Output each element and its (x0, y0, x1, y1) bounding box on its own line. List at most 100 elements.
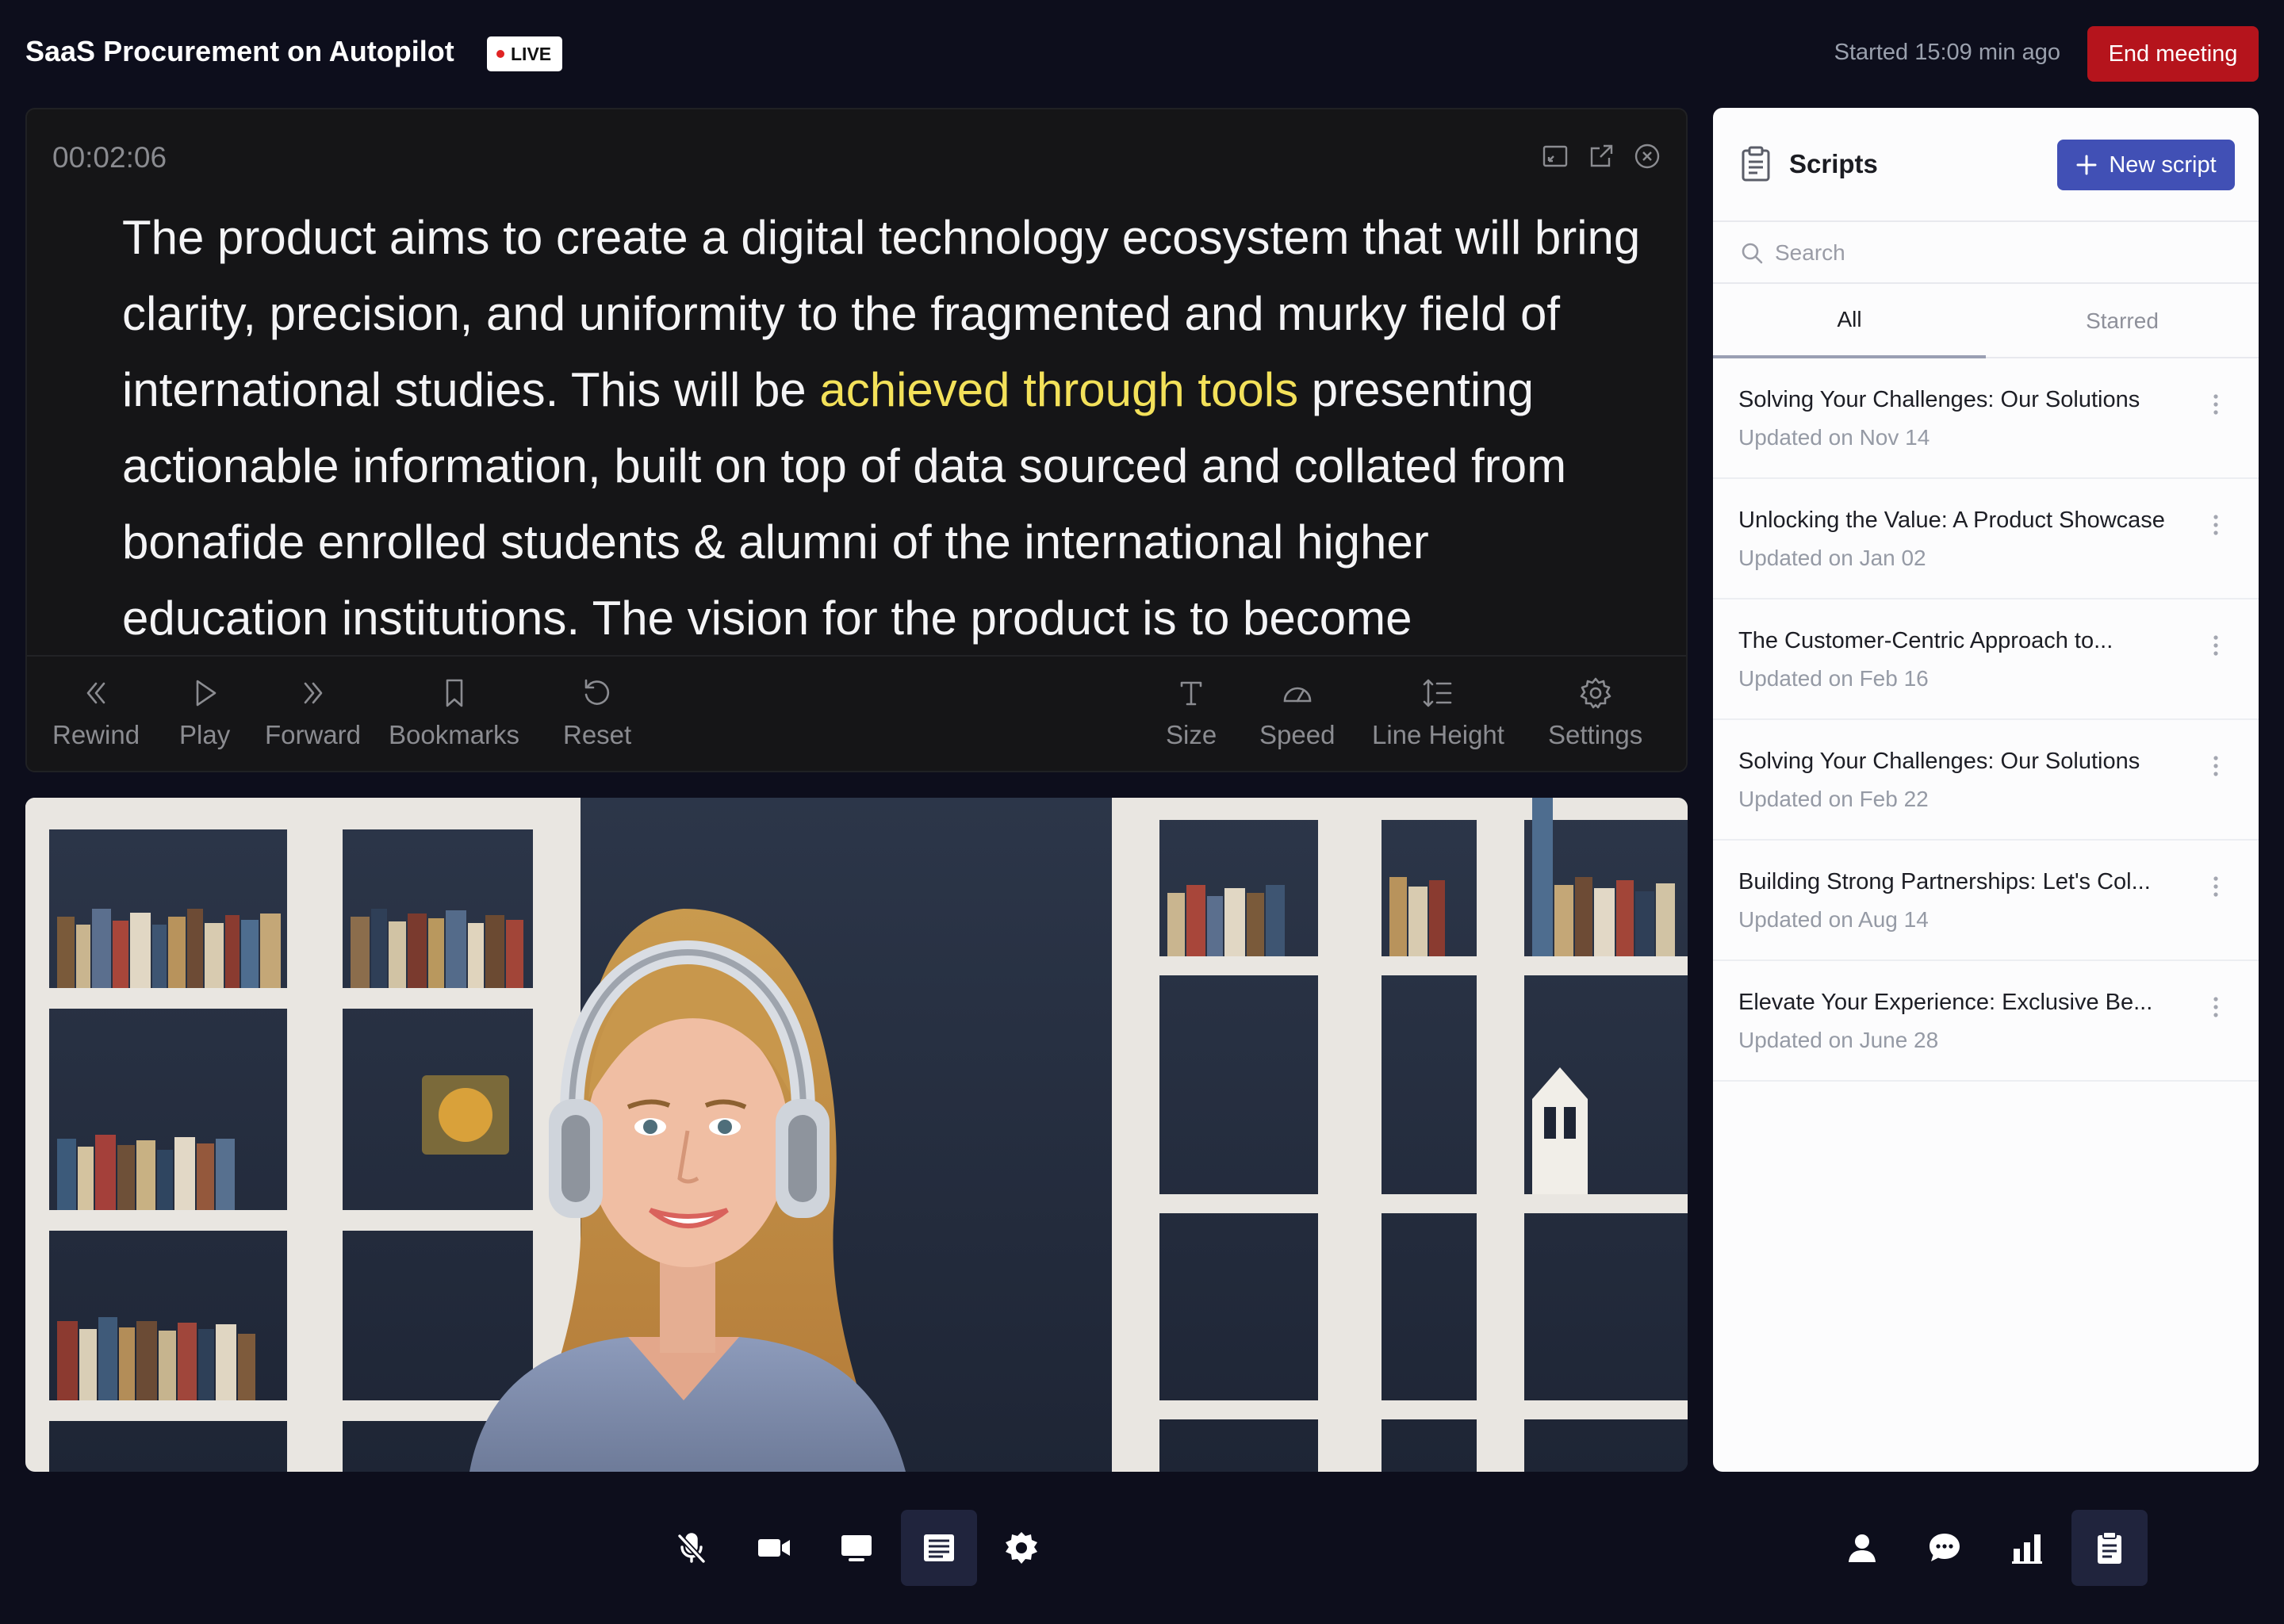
forward-button[interactable]: Forward (265, 676, 361, 750)
scripts-search (1713, 222, 2259, 284)
script-updated-date: Updated on Nov 14 (1738, 425, 1930, 450)
script-title: Building Strong Partnerships: Let's Col.… (1738, 869, 2151, 894)
participant-video (25, 798, 1688, 1472)
prompter-timer: 00:02:06 (52, 141, 167, 174)
settings-button[interactable] (983, 1510, 1060, 1586)
reset-button[interactable]: Reset (563, 676, 631, 750)
play-label: Play (179, 720, 231, 749)
settings-icon (1006, 1532, 1037, 1564)
end-meeting-button[interactable]: End meeting (2087, 26, 2259, 82)
speed-label: Speed (1259, 720, 1336, 749)
script-list-item[interactable]: The Customer-Centric Approach to... Upda… (1713, 599, 2259, 720)
line-height-button[interactable]: Line Height (1372, 676, 1504, 750)
chat-button[interactable] (1907, 1510, 1983, 1586)
speed-button[interactable]: Speed (1259, 676, 1335, 750)
teleprompter-icon (924, 1534, 954, 1561)
meeting-title: SaaS Procurement on Autopilot (25, 35, 454, 67)
more-options-icon[interactable] (2208, 630, 2224, 661)
script-list-item[interactable]: Unlocking the Value: A Product Showcase … (1713, 479, 2259, 599)
script-updated-date: Updated on Feb 22 (1738, 787, 1929, 811)
script-title: Elevate Your Experience: Exclusive Be... (1738, 990, 2153, 1015)
bookmarks-label: Bookmarks (389, 720, 520, 749)
new-script-button[interactable]: New script (2057, 140, 2235, 190)
screen-share-icon (841, 1535, 872, 1561)
prompter-settings-button[interactable]: Settings (1548, 676, 1642, 750)
more-options-icon[interactable] (2208, 389, 2224, 420)
script-updated-date: Updated on Feb 16 (1738, 666, 1929, 691)
stats-button[interactable] (1989, 1510, 2065, 1586)
prompter-settings-label: Settings (1548, 720, 1643, 749)
script-title: Solving Your Challenges: Our Solutions (1738, 387, 2140, 412)
bookmarks-button[interactable]: Bookmarks (389, 676, 519, 750)
participants-icon (1849, 1534, 1876, 1562)
scripts-toggle-button[interactable] (2071, 1510, 2148, 1586)
chat-icon (1930, 1534, 1960, 1561)
plus-icon (2076, 155, 2097, 175)
line-height-icon (1424, 679, 1452, 707)
forward-icon (304, 682, 322, 704)
mic-off-icon (676, 1533, 707, 1565)
pop-out-icon[interactable] (1588, 143, 1615, 170)
size-button[interactable]: Size (1166, 676, 1217, 750)
live-label: LIVE (511, 43, 552, 64)
script-list-item[interactable]: Solving Your Challenges: Our Solutions U… (1713, 720, 2259, 841)
participants-button[interactable] (1824, 1510, 1900, 1586)
search-icon (1742, 243, 1763, 264)
script-list-item[interactable]: Elevate Your Experience: Exclusive Be...… (1713, 961, 2259, 1082)
speedometer-icon (1283, 687, 1312, 703)
camera-icon (758, 1539, 790, 1557)
script-updated-date: Updated on June 28 (1738, 1028, 1939, 1052)
bookmark-icon (446, 679, 462, 707)
meeting-started-time: Started 15:09 min ago (1834, 40, 2060, 65)
forward-label: Forward (265, 720, 362, 749)
more-options-icon[interactable] (2208, 750, 2224, 782)
stats-icon (2012, 1534, 2042, 1564)
line-height-label: Line Height (1372, 720, 1504, 749)
reset-icon (584, 679, 610, 705)
video-frame-image (25, 798, 1688, 1472)
screen-share-button[interactable] (818, 1510, 895, 1586)
more-options-icon[interactable] (2208, 991, 2224, 1023)
more-options-icon[interactable] (2208, 509, 2224, 541)
script-title: Unlocking the Value: A Product Showcase (1738, 508, 2165, 533)
scripts-tabs: All Starred (1713, 284, 2259, 358)
scripts-panel: Scripts New script All Starred Solving Y… (1713, 108, 2259, 1472)
text-size-icon (1180, 681, 1202, 706)
more-options-icon[interactable] (2208, 871, 2224, 902)
collapse-icon[interactable] (1542, 143, 1569, 170)
rewind-button[interactable]: Rewind (52, 676, 140, 750)
script-updated-date: Updated on Aug 14 (1738, 907, 1929, 932)
rewind-icon (86, 682, 105, 704)
script-list-item[interactable]: Building Strong Partnerships: Let's Col.… (1713, 841, 2259, 961)
live-badge: LIVE (487, 36, 563, 71)
close-prompter-icon[interactable] (1634, 143, 1661, 170)
prompter-controls: Rewind Play Forward Bookmarks Reset Size… (27, 655, 1686, 771)
clipboard-icon (1742, 146, 1770, 182)
tab-starred[interactable]: Starred (1986, 284, 2259, 358)
size-label: Size (1166, 720, 1217, 749)
script-updated-date: Updated on Jan 02 (1738, 546, 1926, 570)
reset-label: Reset (563, 720, 632, 749)
scripts-title: Scripts (1789, 149, 1878, 178)
tab-all[interactable]: All (1713, 284, 1986, 358)
script-title: Solving Your Challenges: Our Solutions (1738, 749, 2140, 774)
script-list-item[interactable]: Solving Your Challenges: Our Solutions U… (1713, 358, 2259, 479)
live-dot-icon (496, 50, 504, 58)
prompter-window-controls (1542, 143, 1661, 170)
teleprompter-panel: 00:02:06 The product aims to create a di… (25, 108, 1688, 772)
teleprompter-toggle-button[interactable] (901, 1510, 977, 1586)
scripts-header: Scripts New script (1713, 108, 2259, 222)
prompter-text-highlight: achieved through tools (819, 363, 1299, 416)
scripts-icon (2098, 1531, 2121, 1564)
gear-icon (1580, 677, 1611, 709)
script-title: The Customer-Centric Approach to... (1738, 628, 2113, 653)
search-input[interactable] (1775, 232, 2219, 274)
script-list: Solving Your Challenges: Our Solutions U… (1713, 358, 2259, 1082)
play-icon (196, 680, 217, 707)
play-button[interactable]: Play (179, 676, 230, 750)
rewind-label: Rewind (52, 720, 140, 749)
mute-microphone-button[interactable] (653, 1510, 730, 1586)
top-bar: SaaS Procurement on Autopilot LIVE Start… (0, 0, 2284, 108)
camera-button[interactable] (736, 1510, 812, 1586)
new-script-label: New script (2109, 151, 2217, 178)
